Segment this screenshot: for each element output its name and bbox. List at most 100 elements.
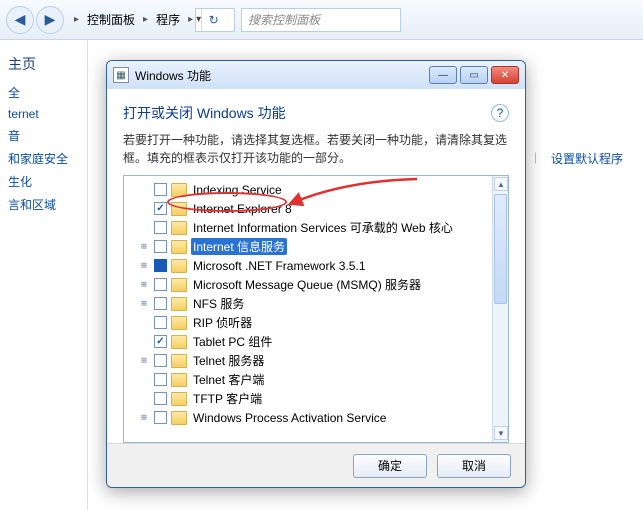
expander-icon[interactable]: ⊞ [138,242,150,252]
checkbox[interactable] [154,316,167,329]
help-button[interactable]: ? [491,104,509,122]
tree-node-label[interactable]: Indexing Service [191,183,284,197]
tree-node[interactable]: ⊞ Windows Process Activation Service [128,408,488,427]
checkbox[interactable] [154,259,167,272]
scroll-down-button[interactable]: ▼ [494,426,508,440]
tree-node[interactable]: ⊞ Internet 信息服务 [128,237,488,256]
tree-node-label[interactable]: TFTP 客户端 [191,390,264,407]
tree-node-label[interactable]: Internet Information Services 可承载的 Web 核… [191,219,455,236]
tree-node[interactable]: Indexing Service [128,180,488,199]
separator: | [534,150,537,167]
checkbox[interactable] [154,221,167,234]
search-placeholder: 搜索控制面板 [248,11,320,28]
folder-icon [171,392,187,406]
tree-node-label[interactable]: Internet 信息服务 [191,238,287,255]
tree-node[interactable]: Telnet 客户端 [128,370,488,389]
breadcrumb-item-programs[interactable]: 程序 [152,9,184,30]
scrollbar[interactable]: ▲ ▼ [492,176,508,442]
breadcrumb-item-control-panel[interactable]: 控制面板 [83,9,139,30]
sidebar: 主页 全 ternet 音 和家庭安全 生化 言和区域 [0,40,88,510]
scroll-thumb[interactable] [494,194,507,304]
dialog-icon: ▦ [113,67,129,83]
sidebar-item[interactable]: 全 [8,84,81,101]
sidebar-item[interactable]: 音 [8,127,81,144]
folder-icon [171,240,187,254]
checkbox[interactable] [154,240,167,253]
dialog-description: 若要打开一种功能，请选择其复选框。若要关闭一种功能，请清除其复选框。填充的框表示… [123,131,509,167]
maximize-button[interactable]: ▭ [460,66,488,84]
checkbox[interactable] [154,297,167,310]
chevron-right-icon: ▸ [188,14,193,25]
tree-node[interactable]: RIP 侦听器 [128,313,488,332]
folder-icon [171,335,187,349]
chevron-right-icon: ▸ [143,14,148,25]
tree-node[interactable]: ⊞ Microsoft Message Queue (MSMQ) 服务器 [128,275,488,294]
tree-node-label[interactable]: Microsoft .NET Framework 3.5.1 [191,259,368,273]
minimize-button[interactable]: — [429,66,457,84]
tree-node-label[interactable]: Telnet 客户端 [191,371,266,388]
dialog-heading-text: 打开或关闭 Windows 功能 [123,103,286,123]
folder-icon [171,202,187,216]
checkbox[interactable] [154,373,167,386]
folder-icon [171,373,187,387]
close-button[interactable]: ✕ [491,66,519,84]
back-button[interactable]: ◀ [6,6,34,34]
expander-icon[interactable]: ⊞ [138,261,150,271]
dialog-heading: 打开或关闭 Windows 功能 ? [123,103,509,123]
folder-icon [171,316,187,330]
dialog-footer: 确定 取消 [107,443,525,487]
tree-node-label[interactable]: Internet Explorer 8 [191,202,294,216]
search-input[interactable]: 搜索控制面板 [241,8,401,32]
expander-icon[interactable]: ⊞ [138,356,150,366]
breadcrumb[interactable]: ▸ 控制面板 ▸ 程序 ▸ [74,9,193,30]
sidebar-item[interactable]: 言和区域 [8,196,81,213]
tree-node-label[interactable]: Microsoft Message Queue (MSMQ) 服务器 [191,276,423,293]
windows-features-dialog: ▦ Windows 功能 — ▭ ✕ 打开或关闭 Windows 功能 ? 若要… [106,60,526,488]
checkbox[interactable] [154,392,167,405]
features-tree: Indexing Service Internet Explorer 8 Inter… [123,175,509,443]
tree-node[interactable]: Tablet PC 组件 [128,332,488,351]
tree-node-label[interactable]: Tablet PC 组件 [191,333,274,350]
sidebar-heading: 主页 [8,54,81,74]
folder-icon [171,259,187,273]
folder-icon [171,411,187,425]
expander-icon[interactable]: ⊞ [138,299,150,309]
expander-icon[interactable]: ⊞ [138,413,150,423]
checkbox[interactable] [154,183,167,196]
folder-icon [171,278,187,292]
tree-node-label[interactable]: NFS 服务 [191,295,246,312]
checkbox[interactable] [154,354,167,367]
refresh-button[interactable]: ↻ [201,9,225,31]
tree-node-label[interactable]: Windows Process Activation Service [191,411,388,425]
tree-node-label[interactable]: RIP 侦听器 [191,314,254,331]
tree-node-label[interactable]: Telnet 服务器 [191,352,266,369]
folder-icon [171,354,187,368]
sidebar-item[interactable]: 和家庭安全 [8,150,81,167]
checkbox[interactable] [154,278,167,291]
tree-node[interactable]: ⊞ Telnet 服务器 [128,351,488,370]
ok-button[interactable]: 确定 [353,454,427,478]
tree-node[interactable]: ⊞ Microsoft .NET Framework 3.5.1 [128,256,488,275]
folder-icon [171,183,187,197]
sidebar-item[interactable]: 生化 [8,173,81,190]
dialog-title: Windows 功能 [135,67,211,84]
chevron-right-icon: ▸ [74,14,79,25]
tree-node[interactable]: Internet Information Services 可承载的 Web 核… [128,218,488,237]
folder-icon [171,221,187,235]
checkbox[interactable] [154,335,167,348]
scroll-up-button[interactable]: ▲ [494,177,508,191]
folder-icon [171,297,187,311]
tree-node[interactable]: TFTP 客户端 [128,389,488,408]
expander-icon[interactable]: ⊞ [138,280,150,290]
checkbox[interactable] [154,202,167,215]
tree-node[interactable]: Internet Explorer 8 [128,199,488,218]
dialog-titlebar: ▦ Windows 功能 — ▭ ✕ [107,61,525,89]
forward-button[interactable]: ▶ [36,6,64,34]
tree-list: Indexing Service Internet Explorer 8 Inter… [124,176,492,431]
checkbox[interactable] [154,411,167,424]
link-set-default-programs[interactable]: 设置默认程序 [551,150,623,167]
address-bar: ◀ ▶ ▸ 控制面板 ▸ 程序 ▸ ▾ ↻ 搜索控制面板 [0,0,643,40]
sidebar-item[interactable]: ternet [8,107,81,121]
cancel-button[interactable]: 取消 [437,454,511,478]
tree-node[interactable]: ⊞ NFS 服务 [128,294,488,313]
